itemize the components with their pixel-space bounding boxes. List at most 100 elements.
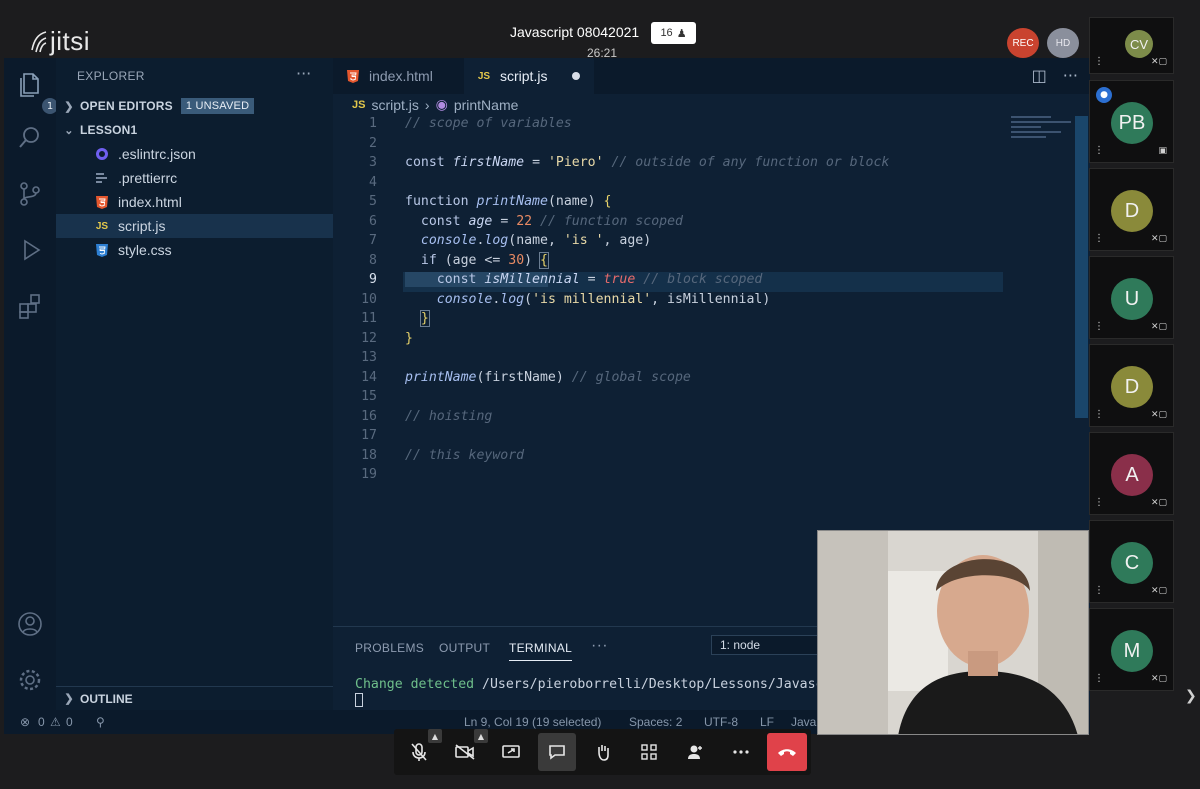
source-control-icon[interactable]	[16, 180, 44, 208]
participant-tile[interactable]: D ⋮ ✕▢	[1089, 344, 1174, 427]
tab-script-js[interactable]: JS script.js	[464, 58, 594, 94]
more-icon[interactable]: ⋮	[1094, 145, 1104, 156]
search-icon[interactable]	[16, 124, 44, 152]
line-number: 18	[361, 447, 377, 463]
editor-scrollbar[interactable]	[1075, 116, 1088, 418]
more-icon[interactable]: ⋮	[1094, 585, 1104, 596]
chat-icon[interactable]	[538, 733, 576, 771]
line-number: 17	[361, 428, 377, 443]
run-debug-icon[interactable]	[16, 236, 44, 264]
code-text: function printName(name) {	[405, 194, 612, 209]
participant-count-badge[interactable]: 16 ♟	[651, 22, 696, 44]
participant-tile[interactable]: CV ⋮ ✕▢	[1089, 17, 1174, 74]
code-line: 12}	[333, 331, 1013, 351]
participant-tile[interactable]: M ⋮ ✕▢	[1089, 608, 1174, 691]
raise-hand-icon[interactable]	[584, 733, 622, 771]
open-editors-section[interactable]: ❯ OPEN EDITORS 1 UNSAVED	[56, 94, 333, 118]
terminal-path: /Users/pieroborrelli/Desktop/Lessons/Jav…	[482, 677, 840, 692]
account-icon[interactable]	[16, 610, 44, 638]
line-number: 10	[361, 291, 377, 307]
terminal-output: Change detected /Users/pieroborrelli/Des…	[355, 677, 839, 692]
line-number: 15	[361, 389, 377, 404]
editor-tab-bar: index.html JS script.js ◫ ···	[333, 58, 1090, 94]
tab-index-html[interactable]: index.html	[333, 58, 463, 94]
jitsi-logo-icon	[31, 31, 47, 53]
code-text: const firstName = 'Piero' // outside of …	[405, 155, 890, 170]
avatar: M	[1111, 630, 1153, 672]
file-item-prettierrc[interactable]: .prettierrc	[56, 166, 333, 190]
participant-tile[interactable]: A ⋮ ✕▢	[1089, 432, 1174, 515]
tab-label: script.js	[500, 68, 548, 84]
mic-muted-icon: ✕▢	[1150, 674, 1167, 684]
more-icon[interactable]: ⋮	[1094, 56, 1104, 67]
more-actions-icon[interactable]: ···	[1063, 66, 1078, 85]
outline-section[interactable]: ❯ OUTLINE	[56, 686, 333, 710]
code-text: // scope of variables	[405, 116, 572, 131]
line-number: 6	[369, 213, 377, 229]
participant-tile[interactable]: D ⋮ ✕▢	[1089, 168, 1174, 251]
tab-output[interactable]: OUTPUT	[439, 641, 490, 655]
share-screen-icon[interactable]	[492, 733, 530, 771]
minimap[interactable]	[1011, 116, 1076, 156]
terminal-status: Change detected	[355, 677, 475, 692]
avatar: PB	[1111, 102, 1153, 144]
more-icon[interactable]	[722, 733, 760, 771]
terminal-select[interactable]: 1: node	[711, 635, 821, 655]
file-item-index-html[interactable]: index.html	[56, 190, 333, 214]
line-ending[interactable]: LF	[760, 715, 774, 729]
unsaved-dot-icon[interactable]	[572, 72, 580, 80]
mic-muted-icon: ✕▢	[1150, 322, 1167, 332]
explorer-files-icon[interactable]: 1	[16, 70, 58, 114]
code-line: 15	[333, 389, 1013, 409]
code-line: 17	[333, 428, 1013, 448]
chevron-up-icon[interactable]: ▲	[428, 729, 442, 743]
video-quality-badge[interactable]: HD	[1047, 28, 1079, 58]
live-share-icon[interactable]: ⚲	[96, 715, 105, 729]
panel-more-icon[interactable]: ···	[591, 637, 608, 655]
split-editor-icon[interactable]: ◫	[1032, 66, 1047, 85]
html5-icon	[345, 68, 361, 84]
hangup-icon[interactable]	[767, 733, 807, 771]
avatar: C	[1111, 542, 1153, 584]
code-text: console.log('is millennial', isMillennia…	[436, 291, 771, 307]
file-item-eslintrc[interactable]: .eslintrc.json	[56, 142, 333, 166]
indentation[interactable]: Spaces: 2	[629, 715, 682, 729]
error-icon[interactable]: ⊗	[20, 715, 30, 729]
breadcrumb-file[interactable]: script.js	[371, 97, 418, 113]
encoding[interactable]: UTF-8	[704, 715, 738, 729]
code-line: 19	[333, 467, 1013, 487]
chevron-up-icon[interactable]: ▲	[474, 729, 488, 743]
symbol-method-icon: ◉	[435, 96, 448, 112]
extensions-icon[interactable]	[16, 292, 44, 320]
filmstrip-scroll-icon[interactable]: ❯	[1185, 688, 1197, 704]
language-mode[interactable]: Java	[791, 715, 816, 729]
tab-problems[interactable]: PROBLEMS	[355, 641, 424, 655]
chevron-right-icon: ❯	[64, 100, 74, 113]
open-editors-label: OPEN EDITORS	[80, 99, 173, 113]
file-item-script-js[interactable]: JS script.js	[56, 214, 333, 238]
file-name: index.html	[118, 194, 182, 210]
more-icon[interactable]: ⋮	[1094, 321, 1104, 332]
breadcrumb-symbol[interactable]: printName	[454, 97, 519, 113]
tile-view-icon[interactable]	[630, 733, 668, 771]
more-icon[interactable]: ⋮	[1094, 233, 1104, 244]
more-icon[interactable]: ⋮	[1094, 497, 1104, 508]
settings-gear-icon[interactable]	[16, 666, 44, 694]
css3-icon	[94, 242, 110, 258]
file-item-style-css[interactable]: style.css	[56, 238, 333, 262]
more-icon[interactable]: ⋮	[1094, 673, 1104, 684]
tab-terminal[interactable]: TERMINAL	[509, 641, 573, 661]
participant-tile[interactable]: U ⋮ ✕▢	[1089, 256, 1174, 339]
invite-icon[interactable]	[676, 733, 714, 771]
folder-lesson1[interactable]: ⌄ LESSON1	[56, 118, 333, 142]
local-video[interactable]	[817, 530, 1089, 735]
participant-tile[interactable]: ● PB ⋮ ▣	[1089, 80, 1174, 163]
participant-tile[interactable]: C ⋮ ✕▢	[1089, 520, 1174, 603]
more-icon[interactable]: ⋮	[1094, 409, 1104, 420]
recording-badge: REC	[1007, 28, 1039, 58]
line-number: 7	[369, 233, 377, 248]
explorer-more-icon[interactable]: ···	[296, 64, 311, 83]
eslint-icon	[94, 146, 110, 162]
cursor-position[interactable]: Ln 9, Col 19 (19 selected)	[464, 715, 601, 729]
warning-icon[interactable]: ⚠	[50, 715, 61, 729]
